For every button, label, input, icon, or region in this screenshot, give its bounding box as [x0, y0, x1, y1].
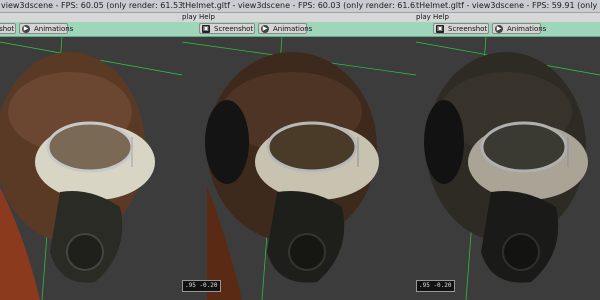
screenshot-button[interactable]: ▣ Screenshot	[0, 23, 16, 34]
3d-viewport[interactable]: .95 -0.20	[416, 37, 600, 300]
3d-viewport[interactable]	[0, 37, 182, 300]
helmet-render	[182, 37, 416, 300]
menubar: play Help	[416, 13, 600, 22]
play-icon: ▶	[495, 25, 503, 33]
animations-button[interactable]: ▶ Animations	[492, 23, 546, 34]
menu-item-display[interactable]: play	[416, 13, 431, 22]
viewer-window-3: tHelmet.gltf - view3dscene - FPS: 59.91 …	[416, 0, 600, 300]
viewer-window-2: tHelmet.gltf - view3dscene - FPS: 60.03 …	[182, 0, 416, 300]
camera-icon: ▣	[202, 25, 210, 33]
toolbar: ▣ Screenshot ▶ Animations	[182, 22, 416, 37]
toolbar: ▣ Screenshot ▶ Animations	[0, 22, 182, 37]
menu-item-display[interactable]: play	[182, 13, 197, 22]
play-icon: ▶	[22, 25, 30, 33]
window-title: view3dscene - FPS: 60.05 (only render: 6…	[1, 1, 182, 10]
coordinates-readout: .95 -0.20	[182, 280, 221, 292]
window-title: tHelmet.gltf - view3dscene - FPS: 60.03 …	[182, 1, 416, 10]
play-icon: ▶	[261, 25, 269, 33]
window-titlebar: view3dscene - FPS: 60.05 (only render: 6…	[0, 0, 182, 13]
screenshot-button[interactable]: ▣ Screenshot	[433, 23, 489, 34]
menu-item-help[interactable]: Help	[199, 13, 215, 22]
animations-button[interactable]: ▶ Animations	[19, 23, 73, 34]
viewer-window-1: view3dscene - FPS: 60.05 (only render: 6…	[0, 0, 182, 300]
menubar: play Help	[182, 13, 416, 22]
screenshot-button[interactable]: ▣ Screenshot	[199, 23, 255, 34]
animations-button[interactable]: ▶ Animations	[258, 23, 312, 34]
window-titlebar: tHelmet.gltf - view3dscene - FPS: 59.91 …	[416, 0, 600, 13]
camera-icon: ▣	[436, 25, 444, 33]
3d-viewport[interactable]: .95 -0.20	[182, 37, 416, 300]
toolbar: ▣ Screenshot ▶ Animations	[416, 22, 600, 37]
coordinates-readout: .95 -0.20	[416, 280, 455, 292]
menubar	[0, 13, 182, 22]
helmet-render	[416, 37, 600, 300]
menu-item-help[interactable]: Help	[433, 13, 449, 22]
helmet-render	[0, 37, 182, 300]
window-titlebar: tHelmet.gltf - view3dscene - FPS: 60.03 …	[182, 0, 416, 13]
window-title: tHelmet.gltf - view3dscene - FPS: 59.91 …	[416, 1, 600, 10]
